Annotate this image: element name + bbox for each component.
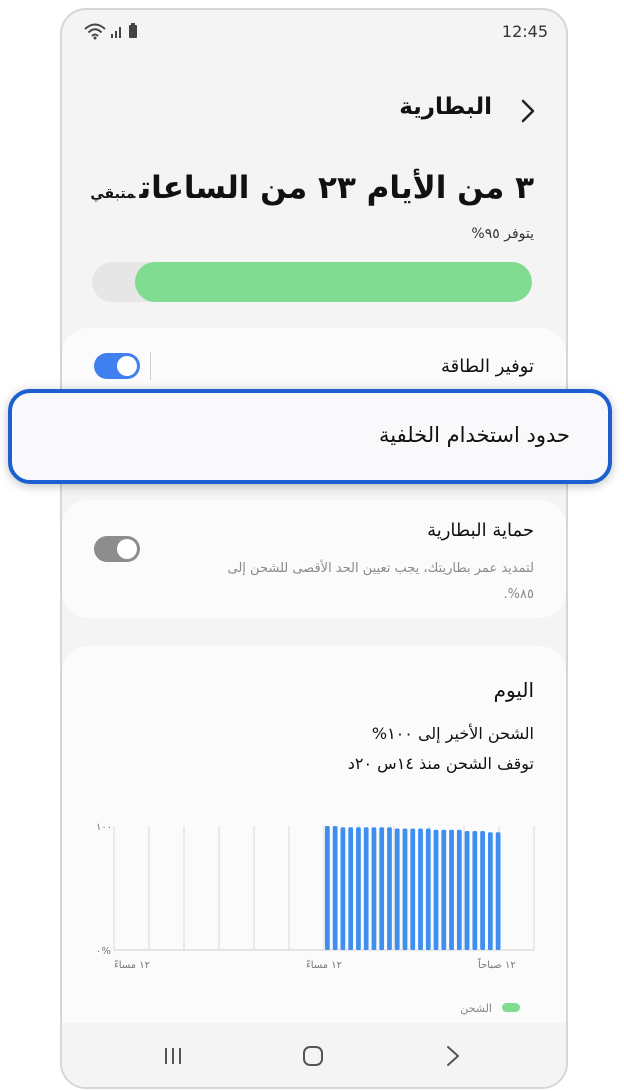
battery-level-bar bbox=[92, 262, 532, 302]
chart-bar bbox=[371, 827, 377, 950]
chart-bar bbox=[495, 832, 501, 950]
page-title: البطارية bbox=[399, 94, 492, 120]
battery-remaining: ٣ من الأيام ٢٣ من الساعاتمتبقي bbox=[90, 170, 534, 206]
chevron-back-icon[interactable] bbox=[512, 96, 542, 126]
y-tick-label: ١٠٠ bbox=[96, 822, 112, 833]
y-tick-label: ٠% bbox=[96, 946, 111, 957]
chart-bar bbox=[387, 827, 392, 950]
x-tick-label: ١٢ مساءً bbox=[114, 959, 150, 971]
divider bbox=[150, 352, 151, 380]
status-icons bbox=[84, 22, 138, 40]
remaining-time: ٣ من الأيام ٢٣ من الساعات bbox=[139, 170, 534, 206]
background-usage-limits-item[interactable]: حدود استخدام الخلفية bbox=[8, 389, 612, 484]
charging-stopped-text: توقف الشحن منذ ١٤س ٢٠د bbox=[347, 754, 534, 773]
battery-protection-card[interactable]: حماية البطارية لتمديد عمر بطاريتك، يجب ت… bbox=[62, 500, 566, 618]
chart-bar bbox=[410, 828, 416, 950]
chart-bar bbox=[464, 830, 470, 950]
wifi-icon bbox=[84, 23, 106, 40]
usage-chart: ١٠٠٠%١٢ مساءً١٢ مساءً١٢ صباحاًالشحنتوفير… bbox=[96, 822, 535, 1037]
x-tick-label: ١٢ صباحاً bbox=[478, 957, 516, 971]
chart-bar bbox=[379, 827, 385, 950]
usage-card: اليوم الشحن الأخير إلى ١٠٠% توقف الشحن م… bbox=[62, 646, 566, 1046]
chart-bar bbox=[418, 828, 423, 950]
chart-bar bbox=[402, 828, 408, 950]
navigation-bar bbox=[62, 1023, 566, 1087]
chart-bar bbox=[433, 829, 439, 950]
battery-icon bbox=[129, 23, 137, 38]
battery-protection-description: لتمديد عمر بطاريتك، يجب تعيين الحد الأقص… bbox=[182, 556, 534, 608]
phone-screen: 12:45 البطارية ٣ من الأيام ٢٣ من الساعات… bbox=[60, 8, 568, 1089]
chart-bar bbox=[449, 829, 454, 950]
battery-level-fill bbox=[135, 262, 532, 302]
battery-protection-label: حماية البطارية bbox=[427, 520, 534, 541]
x-tick-label: ١٢ مساءً bbox=[306, 959, 342, 971]
signal-icon bbox=[111, 27, 121, 38]
description-line-1: لتمديد عمر بطاريتك، يجب تعيين الحد الأقص… bbox=[227, 561, 534, 576]
remaining-suffix: متبقي bbox=[90, 186, 136, 202]
background-usage-limits-label: حدود استخدام الخلفية bbox=[379, 423, 570, 447]
recent-apps-icon[interactable] bbox=[158, 1041, 188, 1071]
chart-bar bbox=[325, 826, 330, 950]
chart-bar bbox=[340, 827, 346, 950]
nav-back-icon[interactable] bbox=[438, 1041, 468, 1071]
clock: 12:45 bbox=[501, 22, 548, 41]
legend-swatch bbox=[502, 1003, 520, 1012]
description-line-2: ٨٥%. bbox=[503, 587, 534, 602]
page-header: البطارية bbox=[62, 90, 566, 134]
chart-bar bbox=[487, 832, 493, 950]
battery-available: يتوفر ٩٥% bbox=[471, 226, 534, 242]
power-saving-label: توفير الطاقة bbox=[441, 356, 534, 377]
legend-label: الشحن bbox=[460, 1002, 492, 1015]
battery-protection-toggle[interactable] bbox=[94, 536, 140, 562]
status-bar: 12:45 bbox=[62, 10, 566, 54]
chart-bar bbox=[425, 828, 431, 950]
chart-bar bbox=[456, 829, 462, 950]
chart-bar bbox=[480, 830, 485, 950]
chart-bar bbox=[348, 827, 354, 950]
chart-bar bbox=[332, 826, 338, 950]
chart-bar bbox=[356, 827, 361, 950]
chart-bar bbox=[394, 828, 400, 950]
chart-bar bbox=[472, 830, 478, 950]
last-charge-text: الشحن الأخير إلى ١٠٠% bbox=[371, 724, 534, 743]
chart-bar bbox=[441, 829, 447, 950]
home-icon[interactable] bbox=[298, 1041, 328, 1071]
chart-bar bbox=[363, 827, 369, 950]
usage-title: اليوم bbox=[493, 678, 534, 702]
power-saving-toggle[interactable] bbox=[94, 353, 140, 379]
